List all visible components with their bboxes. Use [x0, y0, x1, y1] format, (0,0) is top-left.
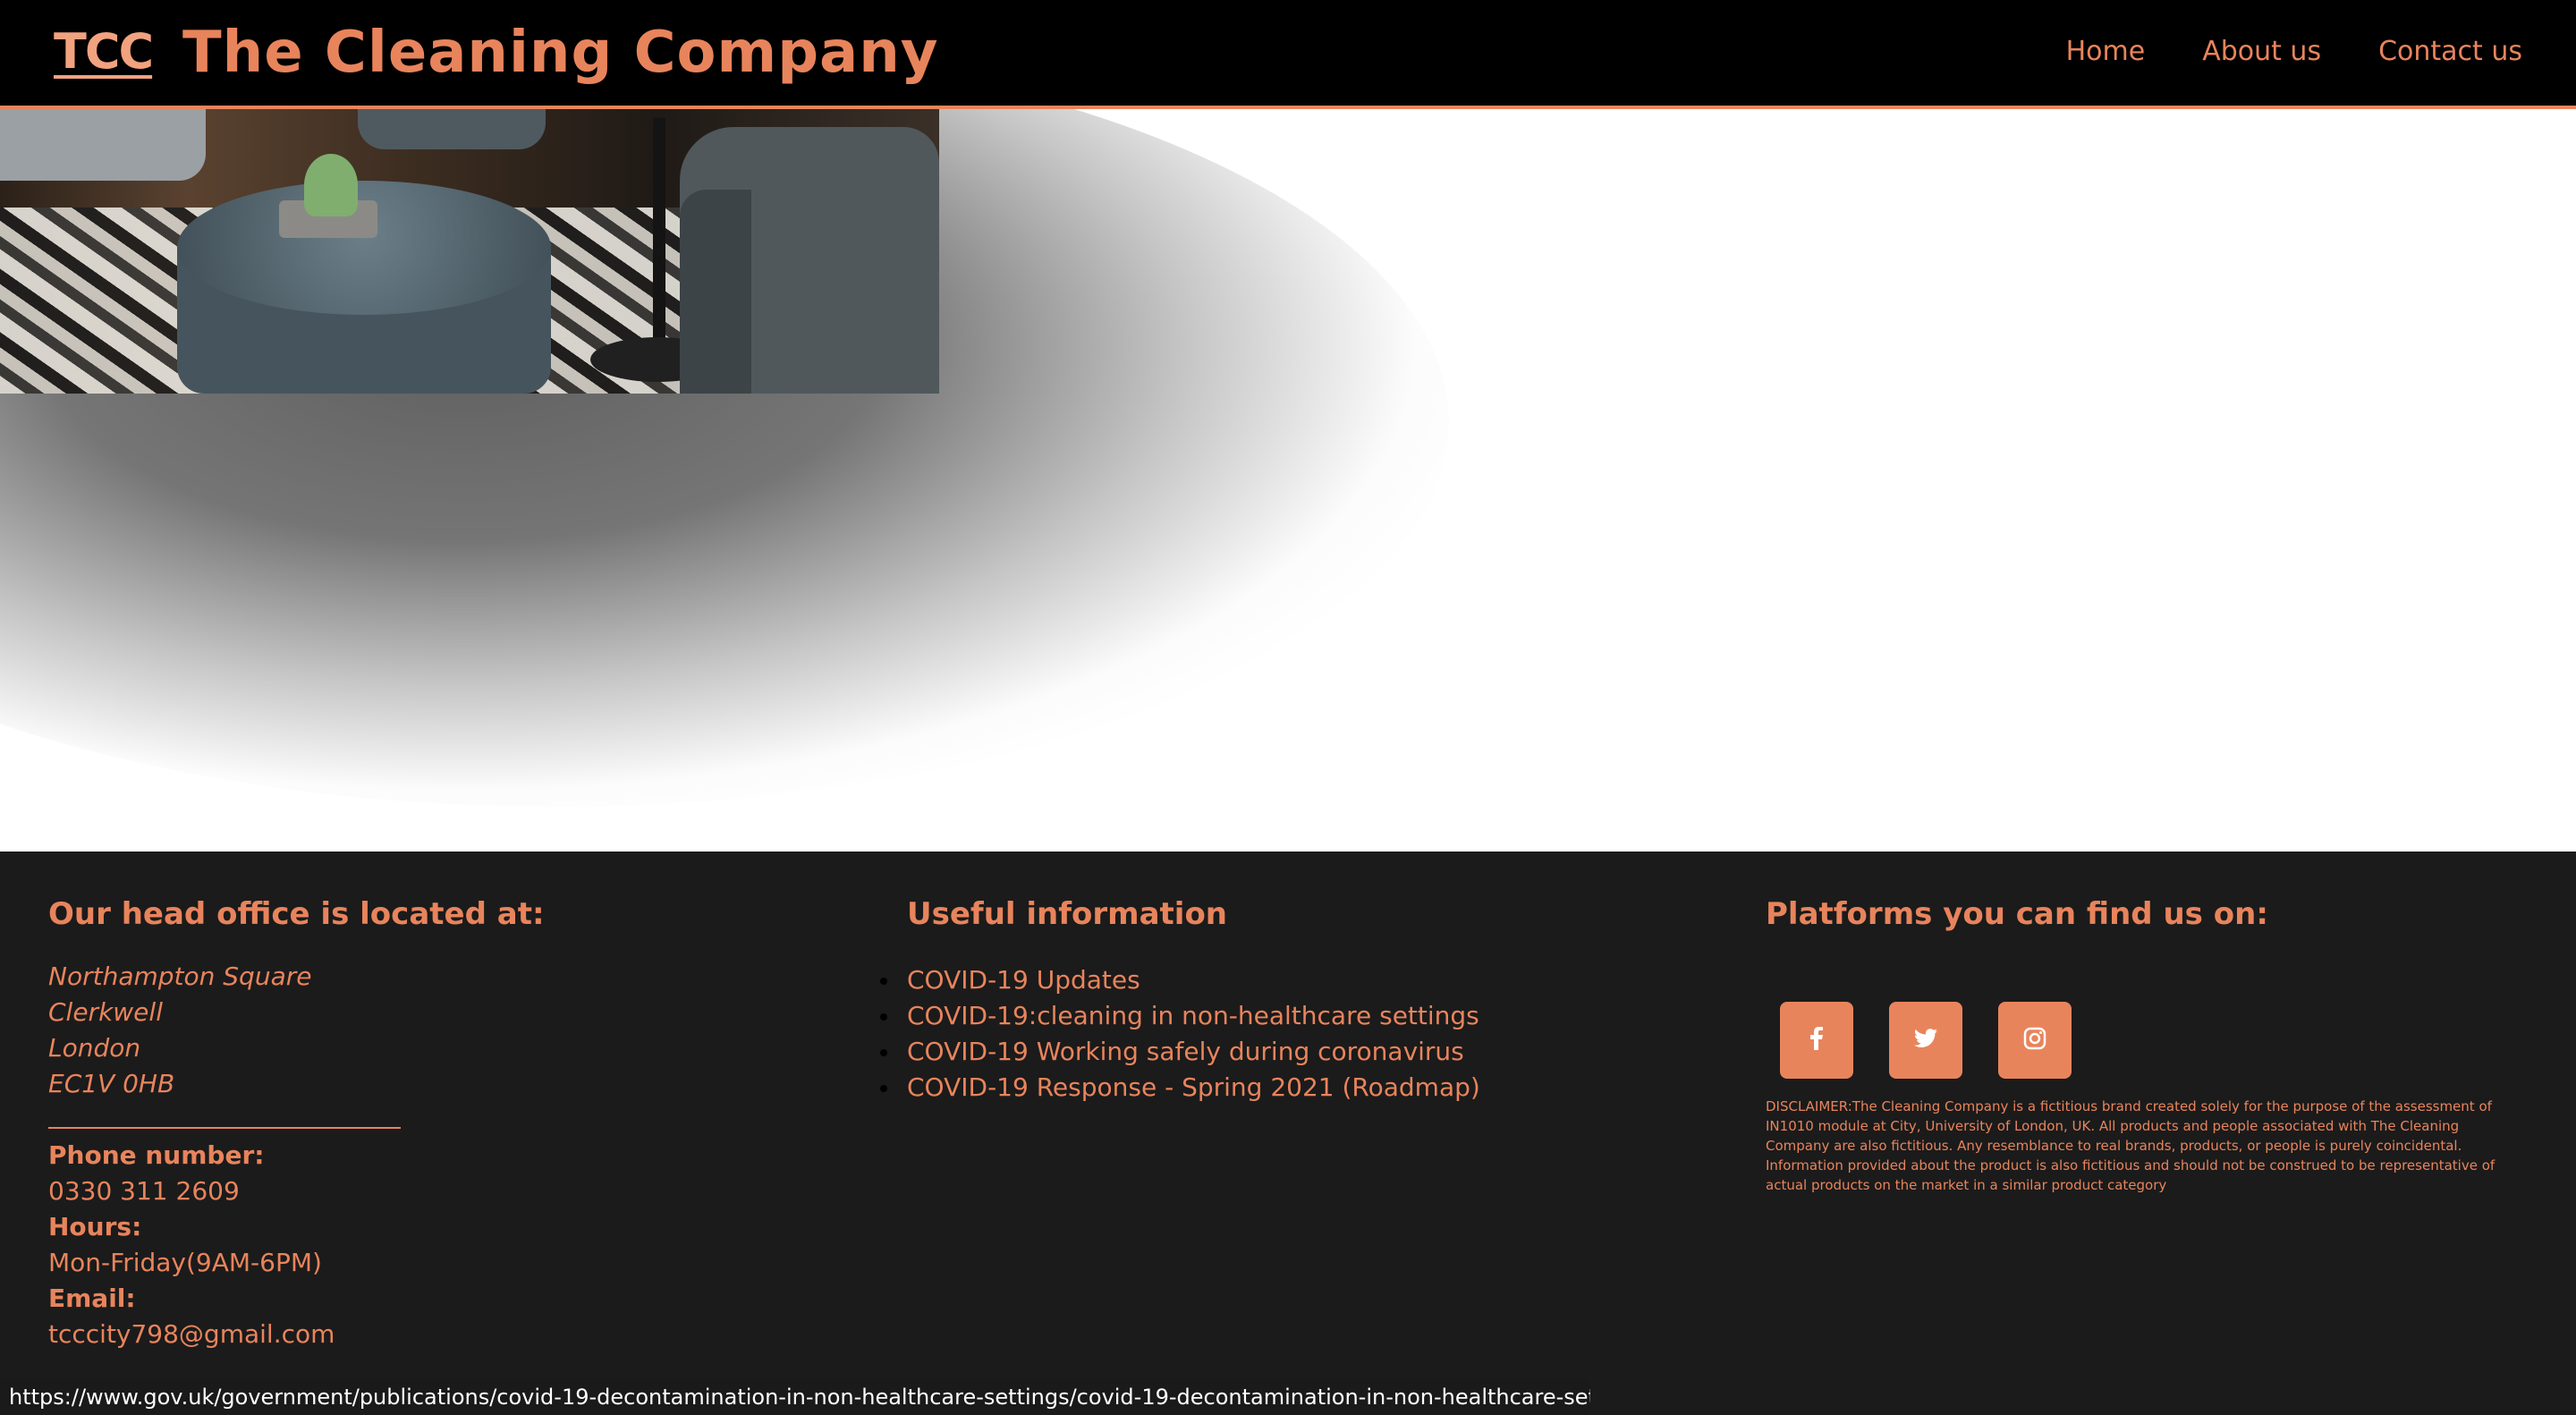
- useful-info-heading: Useful information: [907, 896, 1228, 932]
- hours-label: Hours:: [48, 1212, 142, 1241]
- phone-label: Phone number:: [48, 1140, 265, 1170]
- site-logo[interactable]: TCC: [54, 23, 154, 80]
- twitter-icon: [1914, 1029, 1937, 1052]
- address-line: Clerkwell: [48, 997, 163, 1027]
- instagram-icon: [2023, 1027, 2046, 1054]
- email-value: tcccity798@gmail.com: [48, 1319, 335, 1349]
- office-heading: Our head office is located at:: [48, 896, 545, 932]
- useful-link[interactable]: COVID-19 Working safely during coronavir…: [880, 1034, 1712, 1070]
- nav-home-link[interactable]: Home: [2066, 36, 2146, 67]
- address-line: London: [48, 1033, 141, 1063]
- phone-number: 0330 311 2609: [48, 1176, 240, 1206]
- site-footer: Our head office is located at: Northampt…: [0, 852, 2576, 1415]
- site-header: TCC The Cleaning Company Home About us C…: [0, 0, 2576, 109]
- instagram-button[interactable]: [1998, 1002, 2072, 1079]
- useful-links-list: COVID-19 Updates COVID-19:cleaning in no…: [880, 962, 1712, 1106]
- hero-section: [0, 109, 2576, 852]
- useful-info-column: Useful information COVID-19 Updates COVI…: [880, 896, 1712, 1106]
- link-status-bar: https://www.gov.uk/government/publicatio…: [0, 1379, 1590, 1415]
- social-buttons: [1780, 1002, 2508, 1079]
- useful-link[interactable]: COVID-19:cleaning in non-healthcare sett…: [880, 998, 1712, 1034]
- divider: [48, 1127, 401, 1129]
- site-title: The Cleaning Company: [182, 20, 939, 86]
- nav-contact-link[interactable]: Contact us: [2378, 36, 2522, 67]
- office-address: Northampton Square Clerkwell London EC1V…: [48, 959, 764, 1102]
- nav-about-link[interactable]: About us: [2202, 36, 2321, 67]
- address-line: Northampton Square: [48, 962, 312, 991]
- hero-photo: [0, 109, 939, 394]
- email-label: Email:: [48, 1284, 136, 1313]
- main-nav: Home About us Contact us: [2066, 36, 2522, 67]
- twitter-button[interactable]: [1889, 1002, 1962, 1079]
- platforms-heading: Platforms you can find us on:: [1766, 896, 2268, 932]
- office-column: Our head office is located at: Northampt…: [48, 896, 764, 1352]
- address-line: EC1V 0HB: [48, 1069, 175, 1098]
- platforms-column: Platforms you can find us on: DISCLAIMER…: [1766, 896, 2508, 1195]
- useful-link[interactable]: COVID-19 Response - Spring 2021 (Roadmap…: [880, 1070, 1712, 1106]
- facebook-icon: [1810, 1027, 1823, 1054]
- useful-link[interactable]: COVID-19 Updates: [880, 962, 1712, 998]
- hours-value: Mon-Friday(9AM-6PM): [48, 1248, 322, 1277]
- facebook-button[interactable]: [1780, 1002, 1853, 1079]
- disclaimer-text: DISCLAIMER:The Cleaning Company is a fic…: [1766, 1098, 2496, 1193]
